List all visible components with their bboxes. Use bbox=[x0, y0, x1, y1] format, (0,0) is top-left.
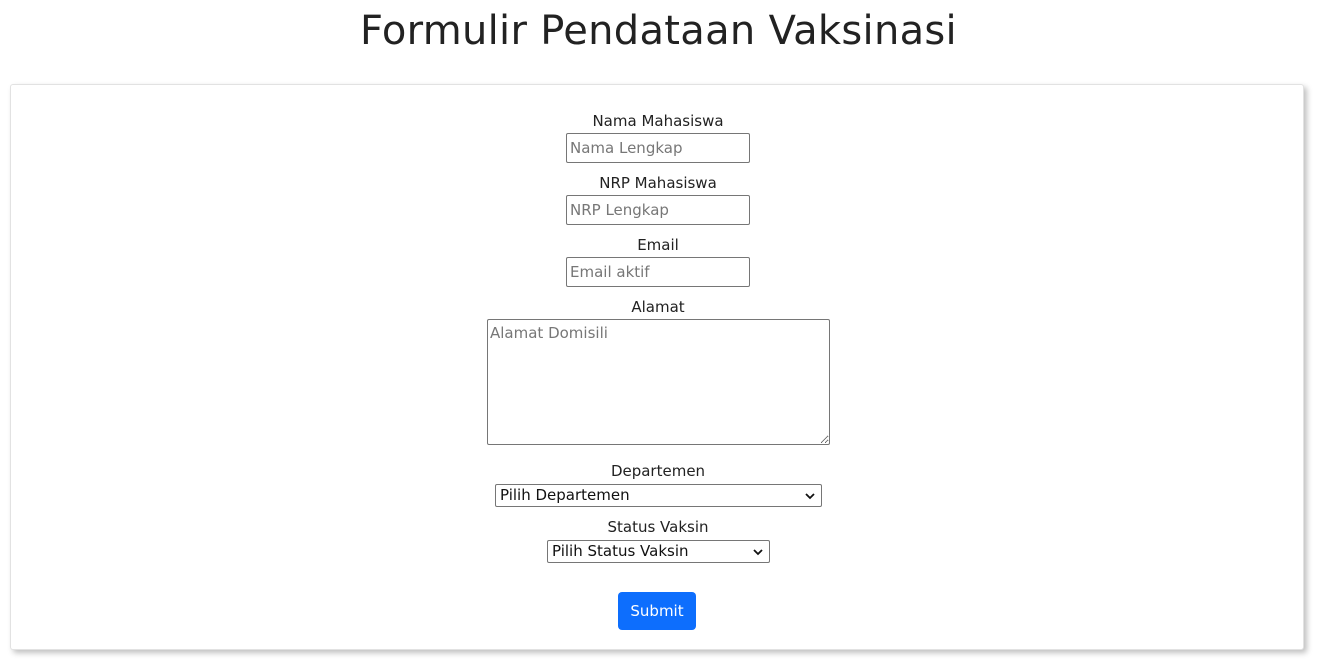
submit-button[interactable]: Submit bbox=[618, 592, 696, 630]
department-select-value: Pilih Departemen bbox=[500, 486, 630, 504]
nrp-input[interactable] bbox=[566, 195, 750, 225]
address-label: Alamat bbox=[631, 298, 685, 316]
vaccine-status-label: Status Vaksin bbox=[607, 518, 709, 536]
department-select[interactable]: Pilih Departemen bbox=[495, 484, 822, 507]
vaccine-status-select-value: Pilih Status Vaksin bbox=[552, 542, 689, 560]
name-input[interactable] bbox=[566, 133, 750, 163]
email-label: Email bbox=[637, 236, 679, 254]
chevron-down-icon bbox=[753, 549, 763, 556]
department-label: Departemen bbox=[610, 462, 706, 480]
nrp-label: NRP Mahasiswa bbox=[599, 174, 717, 192]
address-textarea[interactable] bbox=[487, 319, 830, 445]
email-input[interactable] bbox=[566, 257, 750, 287]
vaccine-status-select[interactable]: Pilih Status Vaksin bbox=[547, 540, 770, 563]
form-card: Nama Mahasiswa NRP Mahasiswa Email Alama… bbox=[10, 84, 1304, 650]
chevron-down-icon bbox=[805, 493, 815, 500]
name-label: Nama Mahasiswa bbox=[592, 112, 724, 130]
page-title: Formulir Pendataan Vaksinasi bbox=[360, 8, 957, 54]
